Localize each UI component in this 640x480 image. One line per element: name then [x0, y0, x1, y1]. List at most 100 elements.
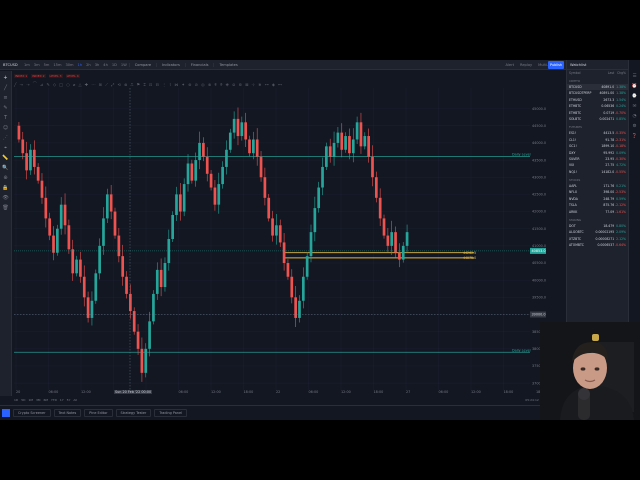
candle[interactable] [282, 242, 286, 264]
drawing-tool-icon[interactable]: ⋇ [258, 82, 261, 87]
drawing-tool-icon[interactable]: ⍟ [220, 82, 222, 87]
candle[interactable] [63, 204, 67, 226]
candle[interactable] [332, 142, 336, 157]
right-strip-icon[interactable]: ⌚ [632, 94, 638, 99]
candle[interactable] [271, 218, 274, 236]
timeframe-15m[interactable]: 15m [51, 63, 63, 67]
timeframe-1D[interactable]: 1D [110, 63, 119, 67]
candle[interactable] [275, 225, 278, 236]
left-tool-icon[interactable]: T [4, 115, 7, 121]
range-ytd-button[interactable]: YTD [51, 398, 57, 402]
candle[interactable] [98, 245, 101, 274]
candle[interactable] [186, 163, 190, 185]
right-strip-icon[interactable]: ◔ [633, 114, 637, 119]
candle[interactable] [36, 166, 40, 181]
candle[interactable] [367, 136, 370, 157]
candle[interactable] [309, 232, 313, 257]
price-chart[interactable]: 45000.0 44500.0 44000.0 43500.0 43000.0 42500… [14, 88, 548, 390]
tab-pine-editor[interactable]: Pine Editor [84, 409, 113, 417]
drawing-tool-icon[interactable]: ⤢ [111, 82, 114, 87]
candle[interactable] [298, 300, 301, 318]
candle[interactable] [105, 194, 109, 219]
candle[interactable] [244, 122, 248, 140]
drawing-tool-icon[interactable]: ○ [66, 82, 70, 87]
candle[interactable] [267, 197, 271, 219]
candle[interactable] [286, 263, 290, 277]
candle[interactable] [225, 149, 228, 167]
candle[interactable] [301, 276, 305, 301]
left-tool-icon[interactable]: ⊕ [3, 175, 7, 181]
candle[interactable] [386, 235, 390, 246]
drawing-tool-icon[interactable]: ⟲ [117, 82, 120, 87]
drawing-tool-icon[interactable]: △ [79, 82, 82, 87]
watchlist-row[interactable]: ATOMBTC 0.0006537 -0.64% [567, 242, 628, 248]
candle[interactable] [117, 235, 121, 257]
candle[interactable] [113, 211, 117, 236]
watchlist-title[interactable]: Watchlist [567, 60, 628, 70]
drawing-tool-icon[interactable]: ⋯ [91, 82, 95, 87]
left-tool-icon[interactable]: ⌖ [4, 145, 7, 151]
timeframe-5m[interactable]: 5m [42, 63, 52, 67]
left-tool-icon[interactable]: ≡ [3, 95, 7, 101]
drawing-tool-icon[interactable]: ⋈ [174, 82, 178, 87]
candle[interactable] [190, 163, 194, 181]
drawing-tool-icon[interactable]: ⚑ [137, 82, 141, 87]
candle[interactable] [213, 187, 217, 205]
candle[interactable] [59, 204, 63, 229]
candle[interactable] [252, 139, 255, 154]
drawing-tool-icon[interactable]: ✦ [182, 82, 185, 87]
candle[interactable] [159, 269, 163, 288]
candle[interactable] [82, 276, 86, 298]
candle[interactable] [255, 139, 259, 157]
toolbar-compare-button[interactable]: Compare [128, 62, 156, 67]
candle[interactable] [344, 136, 347, 150]
candle[interactable] [48, 218, 52, 236]
indicator-tag[interactable]: LEVEL 3 [48, 73, 63, 78]
candle[interactable] [17, 125, 21, 140]
candle[interactable] [294, 297, 297, 318]
tab-text-notes[interactable]: Text Notes [53, 409, 82, 417]
publish-button[interactable]: Publish [548, 61, 564, 69]
drawing-tool-icon[interactable]: ⋮ [162, 82, 166, 87]
watchlist-row[interactable]: SOLBTC 0.002471 0.85% [567, 116, 628, 122]
drawing-tool-icon[interactable]: ⊚ [239, 82, 242, 87]
timeframe-2h[interactable]: 2h [84, 63, 93, 67]
candle[interactable] [152, 293, 155, 322]
candle[interactable] [136, 331, 140, 349]
left-tool-icon[interactable]: ✎ [3, 105, 7, 111]
candle[interactable] [248, 139, 251, 154]
candle[interactable] [348, 136, 351, 154]
candle[interactable] [317, 187, 321, 209]
candle[interactable] [32, 149, 36, 167]
toolbar-indicators-button[interactable]: Indicators [156, 62, 185, 67]
left-tool-icon[interactable]: ☺ [3, 125, 8, 131]
candle[interactable] [155, 269, 159, 294]
drawing-tool-icon[interactable]: ⊠ [245, 82, 248, 87]
candle[interactable] [25, 153, 28, 171]
timeframe-1W[interactable]: 1W [119, 63, 129, 67]
candle[interactable] [129, 293, 132, 312]
candle[interactable] [194, 160, 198, 181]
drawing-tool-icon[interactable]: ⌇ [169, 82, 171, 87]
range-1m-button[interactable]: 1M [28, 398, 33, 402]
drawing-tool-icon[interactable]: ⊡ [149, 82, 152, 87]
symbol-search-button[interactable]: BTCUSD [0, 63, 22, 67]
candle[interactable] [140, 348, 144, 373]
candle[interactable] [75, 259, 78, 274]
candle[interactable] [21, 139, 25, 154]
candle[interactable] [182, 184, 186, 212]
candle[interactable] [398, 252, 401, 260]
candle[interactable] [132, 311, 136, 332]
right-strip-icon[interactable]: ⚙ [632, 124, 636, 129]
timeframe-30m[interactable]: 30m [63, 63, 75, 67]
drawing-tool-icon[interactable]: ╱ [14, 82, 16, 87]
drawing-tool-icon[interactable]: ⊗ [208, 82, 211, 87]
candle[interactable] [305, 256, 309, 277]
candle[interactable] [328, 146, 332, 157]
left-tool-icon[interactable]: 🔍 [2, 165, 8, 171]
range-1y-button[interactable]: 1Y [60, 398, 64, 402]
candle[interactable] [401, 245, 405, 260]
candle[interactable] [290, 276, 294, 298]
drawing-tool-icon[interactable]: ⊗ [124, 82, 127, 87]
candle[interactable] [56, 228, 59, 253]
